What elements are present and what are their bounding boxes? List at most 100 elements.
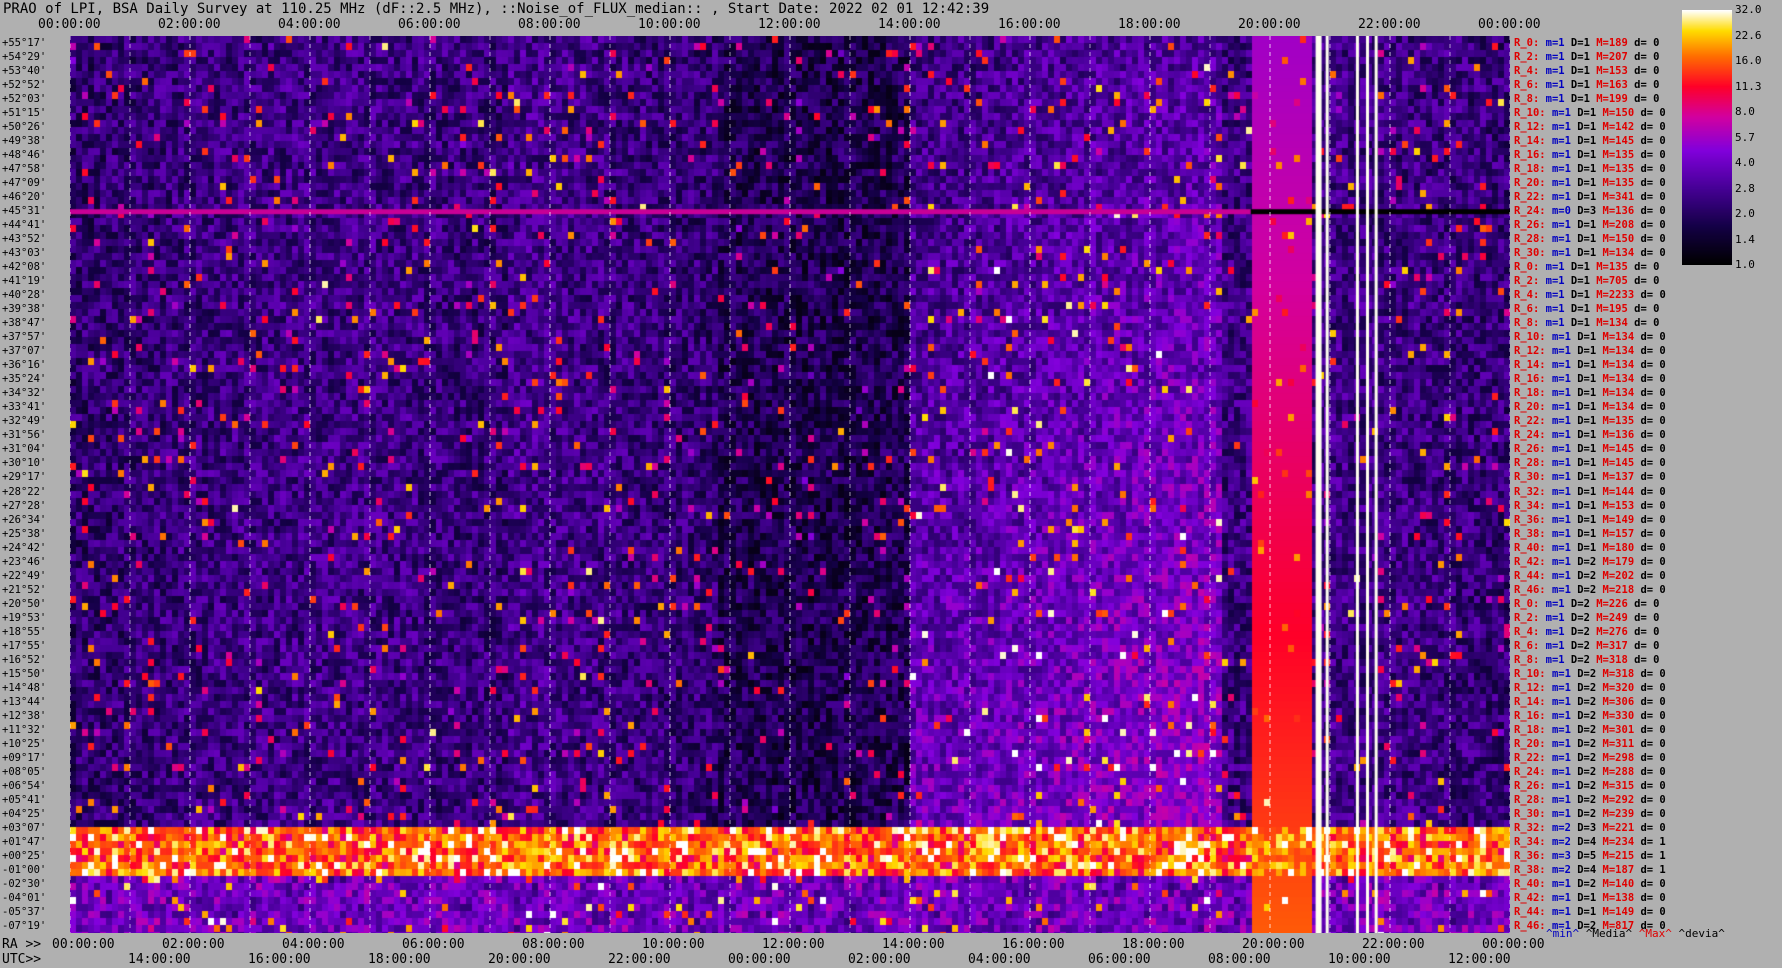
declination-label: +42°08': [2, 261, 47, 274]
declination-label: +04°25': [2, 807, 47, 820]
declination-label: +50°26': [2, 121, 47, 134]
top-tick-label: 02:00:00: [158, 17, 221, 32]
row-stat: R_18: m=1 D=2 M=301 d= 0: [1514, 723, 1666, 736]
declination-label: +43°52': [2, 233, 47, 246]
chart-title: PRAO of LPI, BSA Daily Survey at 110.25 …: [3, 1, 990, 17]
utc-tick-label: 10:00:00: [1328, 952, 1391, 967]
row-stat: R_20: m=1 D=2 M=311 d= 0: [1514, 737, 1666, 750]
top-tick-label: 10:00:00: [638, 17, 701, 32]
row-stat: R_14: m=1 D=1 M=134 d= 0: [1514, 359, 1666, 372]
declination-label: +27°28': [2, 499, 47, 512]
legend-dev: ^devia^: [1678, 927, 1725, 940]
utc-tick-label: 20:00:00: [488, 952, 551, 967]
declination-label: +03°07': [2, 821, 47, 834]
declination-label: +08°05': [2, 765, 47, 778]
declination-label: +20°50': [2, 597, 47, 610]
ra-tick-label: 10:00:00: [642, 937, 705, 952]
declination-label: +33°41': [2, 401, 47, 414]
declination-label: +51°15': [2, 107, 47, 120]
row-stat: R_8: m=1 D=1 M=199 d= 0: [1514, 93, 1660, 106]
row-stat: R_24: m=1 D=1 M=136 d= 0: [1514, 429, 1666, 442]
declination-label: +46°20': [2, 191, 47, 204]
ra-tick-label: 02:00:00: [162, 937, 225, 952]
declination-label: +01°47': [2, 835, 47, 848]
declination-label: +36°16': [2, 359, 47, 372]
row-stat: R_44: m=1 D=1 M=149 d= 0: [1514, 905, 1666, 918]
declination-label: +34°32': [2, 387, 47, 400]
declination-label: +31°04': [2, 443, 47, 456]
row-stat: R_6: m=1 D=2 M=317 d= 0: [1514, 639, 1660, 652]
ra-tick-label: 00:00:00: [52, 937, 115, 952]
top-tick-label: 00:00:00: [1478, 17, 1541, 32]
declination-label: +38°47': [2, 317, 47, 330]
row-stat: R_8: m=1 D=1 M=134 d= 0: [1514, 317, 1660, 330]
declination-label: +30°10': [2, 457, 47, 470]
declination-label: +39°38': [2, 303, 47, 316]
declination-label: +43°03': [2, 247, 47, 260]
declination-label: +49°38': [2, 135, 47, 148]
top-tick-label: 12:00:00: [758, 17, 821, 32]
declination-label: +00°25': [2, 849, 47, 862]
colorbar-tick-label: 22.6: [1735, 28, 1762, 42]
colorbar-tick-label: 1.4: [1735, 232, 1755, 246]
top-tick-label: 22:00:00: [1358, 17, 1421, 32]
declination-label: +13°44': [2, 695, 47, 708]
declination-label: +09°17': [2, 751, 47, 764]
row-stat: R_30: m=1 D=2 M=239 d= 0: [1514, 807, 1666, 820]
row-stat: R_22: m=1 D=2 M=298 d= 0: [1514, 751, 1666, 764]
row-stat: R_36: m=3 D=5 M=215 d= 1: [1514, 849, 1666, 862]
declination-label: -01°00': [2, 863, 47, 876]
declination-label: +44°41': [2, 219, 47, 232]
declination-label: +25°38': [2, 527, 47, 540]
ra-tick-label: 18:00:00: [1122, 937, 1185, 952]
ra-tick-label: 08:00:00: [522, 937, 585, 952]
row-stat: R_12: m=1 D=1 M=134 d= 0: [1514, 345, 1666, 358]
declination-label: +40°28': [2, 289, 47, 302]
top-tick-label: 18:00:00: [1118, 17, 1181, 32]
declination-label: +22°49': [2, 569, 47, 582]
declination-label: +23°46': [2, 555, 47, 568]
colorbar-tick-label: 8.0: [1735, 105, 1755, 118]
row-stat: R_2: m=1 D=1 M=705 d= 0: [1514, 275, 1660, 288]
bottom-utc-axis: UTC>> 14:00:00 16:00:00 18:00:00 20:00:00 22…: [0, 952, 1782, 968]
declination-label: +48°46': [2, 149, 47, 162]
top-tick-label: 16:00:00: [998, 17, 1061, 32]
ra-tick-label: 06:00:00: [402, 937, 465, 952]
declination-label: +24°42': [2, 541, 47, 554]
top-tick-label: 08:00:00: [518, 17, 581, 32]
ra-tick-label: 20:00:00: [1242, 937, 1305, 952]
declination-label: +54°29': [2, 51, 47, 64]
ra-tick-label: 16:00:00: [1002, 937, 1065, 952]
row-stat: R_10: m=1 D=2 M=318 d= 0: [1514, 667, 1666, 680]
row-stat: R_34: m=2 D=4 M=234 d= 1: [1514, 835, 1666, 848]
colorbar-tick-label: 5.7: [1735, 130, 1755, 144]
utc-tick-label: 18:00:00: [368, 952, 431, 967]
utc-tick-label: 14:00:00: [128, 952, 191, 967]
colorbar-tick-label: 11.3: [1735, 79, 1762, 93]
declination-label: +15°50': [2, 667, 47, 680]
colorbar-tick-label: 4.0: [1735, 156, 1755, 169]
declination-label: -05°37': [2, 905, 47, 918]
row-stat: R_20: m=1 D=1 M=134 d= 0: [1514, 401, 1666, 414]
row-stat: R_42: m=1 D=1 M=138 d= 0: [1514, 891, 1666, 904]
declination-label: +12°38': [2, 709, 47, 722]
declination-label: -04°01': [2, 891, 47, 904]
utc-tick-label: 06:00:00: [1088, 952, 1151, 967]
declination-label: +11°32': [2, 723, 47, 736]
row-stat: R_30: m=1 D=1 M=137 d= 0: [1514, 471, 1666, 484]
declination-label: +41°19': [2, 275, 47, 288]
declination-label: +53°40': [2, 65, 47, 78]
row-stat: R_32: m=1 D=1 M=144 d= 0: [1514, 485, 1666, 498]
declination-label: +31°56': [2, 429, 47, 442]
declination-label: +17°55': [2, 639, 47, 652]
ra-tick-label: 14:00:00: [882, 937, 945, 952]
declination-label: +52°52': [2, 79, 47, 92]
top-tick-label: 06:00:00: [398, 17, 461, 32]
colorbar-tick-label: 1.0: [1735, 258, 1755, 271]
top-time-axis: 00:00:00 02:00:00 04:00:00 06:00:00 08:00:00…: [0, 17, 1782, 33]
declination-label: +32°49': [2, 415, 47, 428]
grid-overlay: [70, 36, 1510, 933]
row-stat: R_0: m=1 D=1 M=135 d= 0: [1514, 261, 1660, 274]
utc-tick-label: 16:00:00: [248, 952, 311, 967]
row-stat: R_24: m=0 D=3 M=136 d= 0: [1514, 205, 1666, 218]
